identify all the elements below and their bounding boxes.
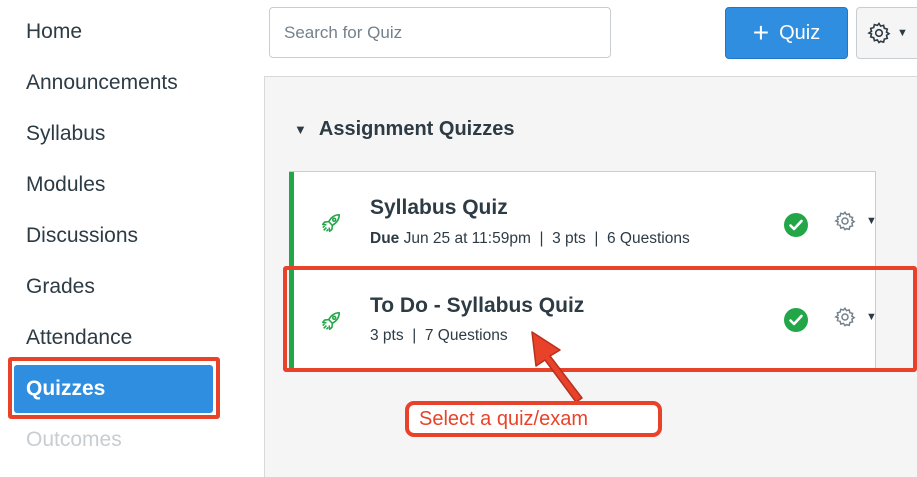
quiz-title-link[interactable]: Syllabus Quiz [370,196,508,220]
nav-item-syllabus[interactable]: Syllabus [26,122,105,146]
search-input[interactable] [269,7,611,58]
quiz-row[interactable]: Syllabus Quiz Due Jun 25 at 11:59pm | 3 … [289,172,877,270]
nav-item-outcomes[interactable]: Outcomes [26,428,122,452]
quiz-meta: 3 pts | 7 Questions [370,327,508,344]
nav-item-discussions[interactable]: Discussions [26,224,138,248]
assignment-quizzes-toggle[interactable]: ▼ Assignment Quizzes [294,118,514,141]
gear-icon [867,22,891,44]
nav-item-modules[interactable]: Modules [26,173,105,197]
chevron-down-icon: ▼ [866,215,877,227]
rocket-icon [321,213,341,233]
annotation-callout: Select a quiz/exam [405,401,662,437]
collapse-triangle-icon: ▼ [294,122,307,137]
quiz-meta: Due Jun 25 at 11:59pm | 3 pts | 6 Questi… [370,230,690,247]
nav-item-attendance[interactable]: Attendance [26,326,132,350]
due-date: Jun 25 at 11:59pm [403,230,531,247]
quiz-points: 3 pts [552,230,586,247]
course-nav-sidebar: Home Announcements Syllabus Modules Disc… [0,0,260,461]
nav-item-quizzes-label[interactable]: Quizzes [26,377,105,401]
add-quiz-button[interactable]: + Quiz [725,7,848,59]
quiz-question-count: 6 Questions [607,230,690,247]
quiz-title-link[interactable]: To Do - Syllabus Quiz [370,294,584,318]
gear-icon [834,211,856,231]
quiz-row-settings-button[interactable]: ▼ [834,210,877,232]
plus-icon: + [752,17,770,48]
quiz-question-count: 7 Questions [424,327,508,344]
gear-icon [834,307,856,327]
quiz-row-settings-button[interactable]: ▼ [834,306,877,328]
published-check-icon[interactable] [783,307,809,333]
add-quiz-label: Quiz [779,21,821,44]
nav-item-announcements[interactable]: Announcements [26,71,178,95]
nav-item-grades[interactable]: Grades [26,275,95,299]
quiz-points: 3 pts [370,327,404,344]
due-label: Due [370,230,400,247]
published-check-icon[interactable] [783,212,809,238]
chevron-down-icon: ▼ [897,27,908,39]
quiz-settings-button[interactable]: ▼ [856,7,917,59]
callout-text: Select a quiz/exam [419,407,588,430]
chevron-down-icon: ▼ [866,311,877,323]
group-title: Assignment Quizzes [318,118,515,140]
nav-item-home[interactable]: Home [26,20,82,44]
annotation-arrow [531,331,583,403]
rocket-icon [321,311,341,331]
